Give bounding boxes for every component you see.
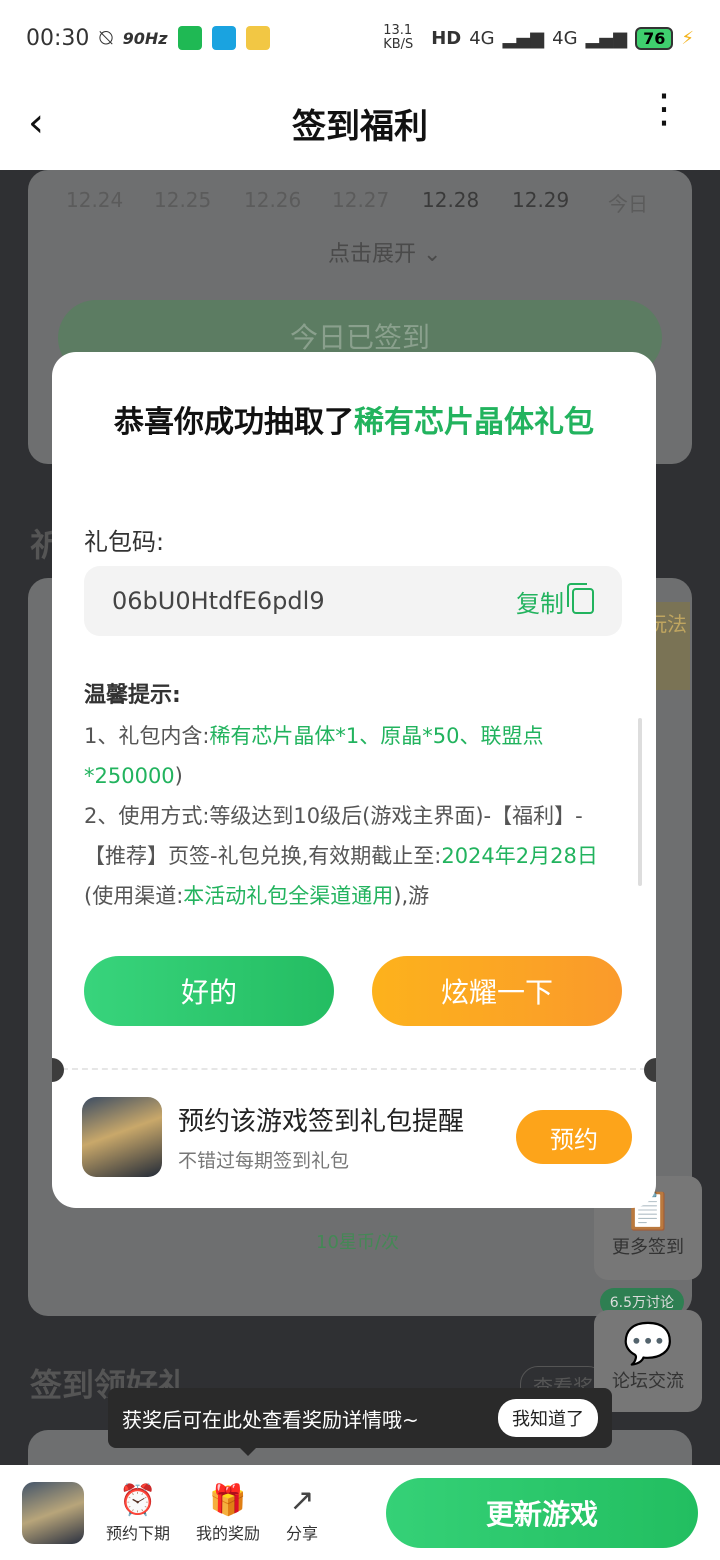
hd-indicator: HD	[431, 27, 462, 49]
game-avatar[interactable]	[22, 1481, 84, 1544]
status-bar: 00:30 ⍉ 90Hz 13.1 KB/S HD 4G ▂▄▆ 4G ▂▄▆ …	[0, 0, 720, 76]
date-item-today: 今日	[608, 192, 648, 216]
dialog-title-prefix: 恭喜你成功抽取了	[114, 405, 354, 440]
battery-indicator: 76	[635, 26, 674, 50]
copy-button[interactable]: 复制	[516, 583, 594, 619]
game-icon	[82, 1097, 162, 1177]
ticket-notch	[52, 1058, 64, 1082]
copy-label: 复制	[516, 589, 564, 618]
expand-label: 点击展开	[328, 242, 417, 267]
reserve-next-label: 预约下期	[106, 1523, 171, 1543]
date-item: 12.27	[332, 188, 390, 212]
tip-item-2: 2、使用方式:等级达到10级后(游戏主界面)-【福利】-【推荐】页签-礼包兑换,…	[84, 796, 620, 912]
tip1-prefix: 1、礼包内含:	[84, 724, 210, 748]
show-off-button[interactable]: 炫耀一下	[372, 956, 622, 1026]
tooltip-arrow	[238, 1446, 258, 1456]
tip-item-1: 1、礼包内含:稀有芯片晶体*1、原晶*50、联盟点*250000)	[84, 716, 620, 796]
ticket-notch	[644, 1058, 656, 1082]
chevron-down-icon: ⌄	[423, 242, 442, 267]
share-icon: ↗	[289, 1482, 315, 1518]
mute-icon: ⍉	[99, 25, 113, 51]
wechat-icon	[177, 26, 202, 50]
chat-bubble-icon: 💬	[623, 1321, 673, 1367]
dashed-divider	[62, 1068, 646, 1070]
date-item: 12.26	[244, 188, 302, 212]
reward-dialog: 恭喜你成功抽取了稀有芯片晶体礼包 礼包码: 06bU0HtdfE6pdl9 复制…	[52, 352, 656, 1208]
alarm-clock-icon: ⏰	[119, 1482, 157, 1518]
net-speed: 13.1 KB/S	[383, 23, 414, 52]
reminder-row: 预约该游戏签到礼包提醒 不错过每期签到礼包 预约	[82, 1096, 632, 1178]
gift-code-value[interactable]: 06bU0HtdfE6pdl9	[112, 587, 325, 615]
got-it-button[interactable]: 我知道了	[498, 1399, 598, 1437]
signal-icon: ▂▄▆	[585, 27, 628, 49]
tip2-text: ),游	[393, 884, 430, 908]
refresh-rate: 90Hz	[122, 28, 168, 48]
status-time: 00:30	[26, 25, 90, 51]
tips-title: 温馨提示:	[84, 683, 181, 708]
tooltip-text: 获奖后可在此处查看奖励详情哦~	[122, 1407, 419, 1432]
tip2-text: (使用渠道:	[84, 884, 184, 908]
dialog-title: 恭喜你成功抽取了稀有芯片晶体礼包	[102, 400, 606, 446]
reminder-subtitle: 不错过每期签到礼包	[178, 1150, 350, 1172]
app-header: ‹ 签到福利 ⋮	[0, 76, 720, 170]
expand-link[interactable]: 点击展开 ⌄	[328, 236, 441, 268]
gift-icon: 🎁	[209, 1482, 247, 1518]
reward-tooltip: 获奖后可在此处查看奖励详情哦~ 我知道了	[108, 1388, 612, 1448]
tip2-date: 2024年2月28日	[441, 844, 598, 868]
share-label: 分享	[286, 1523, 319, 1543]
weather-icon	[245, 26, 270, 50]
my-rewards-button[interactable]: 🎁 我的奖励	[196, 1482, 260, 1544]
tips-scrollbar[interactable]	[638, 718, 642, 886]
price-label: 10星币/次	[316, 1232, 399, 1253]
reminder-title: 预约该游戏签到礼包提醒	[178, 1107, 465, 1137]
network-indicator-2: 4G	[552, 27, 578, 49]
network-indicator-1: 4G	[469, 27, 495, 49]
date-item: 12.29	[512, 188, 570, 212]
bottom-bar: ⏰ 预约下期 🎁 我的奖励 ↗ 分享 更新游戏	[0, 1465, 720, 1560]
page-title: 签到福利	[292, 106, 428, 147]
tip2-channel: 本活动礼包全渠道通用	[183, 884, 394, 908]
signal-icon: ▂▄▆	[502, 27, 545, 49]
share-button[interactable]: ↗ 分享	[286, 1482, 318, 1544]
charging-icon: ⚡	[681, 27, 694, 49]
gift-code-label: 礼包码:	[84, 528, 165, 556]
my-rewards-label: 我的奖励	[196, 1523, 261, 1543]
date-item: 12.24	[66, 188, 124, 212]
reserve-button[interactable]: 预约	[516, 1110, 632, 1164]
dialog-title-prize: 稀有芯片晶体礼包	[354, 405, 594, 440]
ok-button[interactable]: 好的	[84, 956, 334, 1026]
date-item: 12.28	[422, 188, 480, 212]
reserve-next-button[interactable]: ⏰ 预约下期	[106, 1482, 170, 1544]
tips-content[interactable]: 温馨提示: 1、礼包内含:稀有芯片晶体*1、原晶*50、联盟点*250000) …	[84, 676, 620, 912]
update-game-button[interactable]: 更新游戏	[386, 1477, 698, 1548]
forum-label: 论坛交流	[612, 1371, 684, 1392]
chevron-left-icon[interactable]: ‹	[28, 100, 44, 146]
more-signin-label: 更多签到	[612, 1237, 684, 1258]
date-item: 12.25	[154, 188, 212, 212]
copy-icon	[567, 583, 594, 614]
gift-code-box: 06bU0HtdfE6pdl9 复制	[84, 566, 622, 636]
tip1-suffix: )	[174, 764, 183, 788]
more-vertical-icon[interactable]: ⋮	[644, 89, 684, 129]
taptap-icon	[211, 26, 236, 50]
